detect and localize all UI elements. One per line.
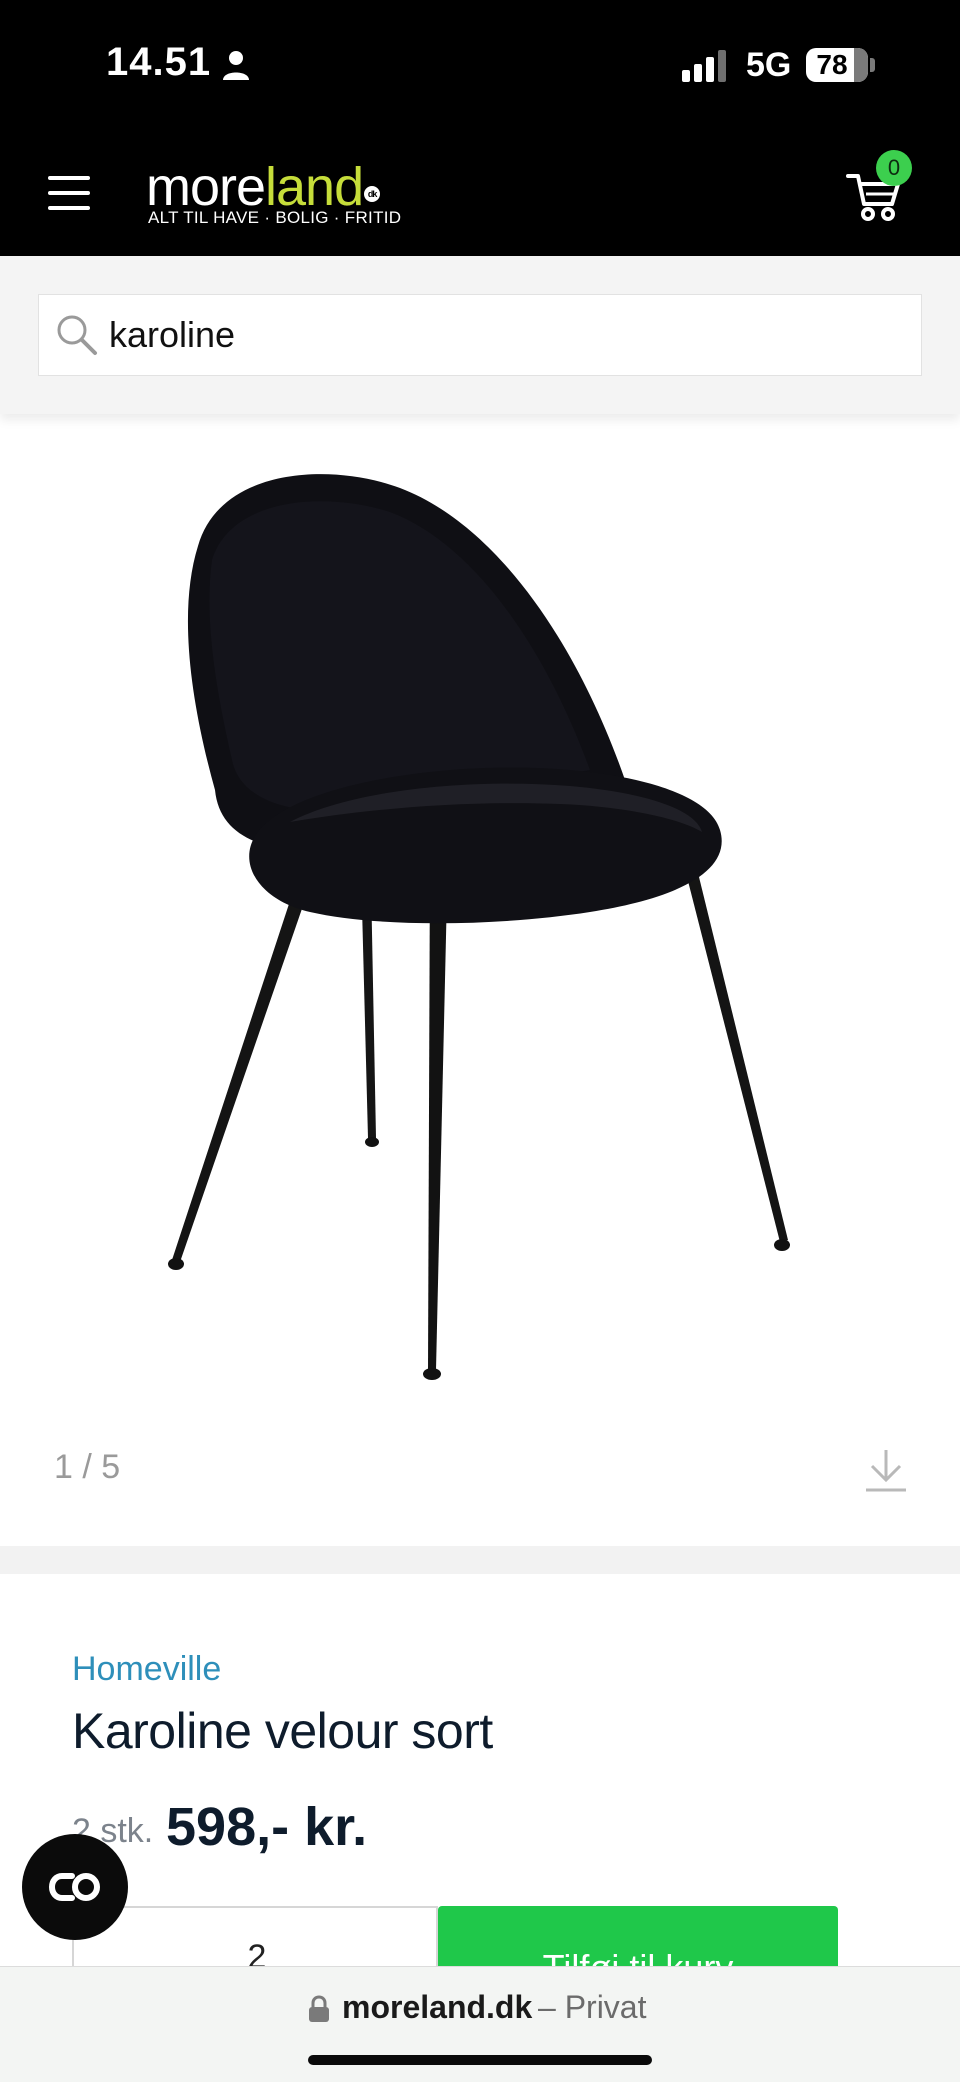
lock-icon [309, 1995, 329, 2022]
browser-mode: – Privat [538, 1989, 647, 2025]
network-label: 5G [746, 46, 792, 84]
floating-chat-button[interactable] [22, 1834, 128, 1940]
site-header: 14.51 5G 78 moreland dk ALT TIL HAVE · BO… [0, 0, 960, 256]
product-image[interactable] [120, 450, 820, 1390]
link-toggle-icon [48, 1873, 100, 1901]
browser-url[interactable]: moreland.dk [342, 1989, 532, 2026]
hamburger-menu-icon[interactable] [48, 176, 90, 210]
battery-cap [870, 58, 875, 72]
logo-tagline: ALT TIL HAVE · BOLIG · FRITID [148, 208, 402, 227]
cart-count-badge[interactable]: 0 [876, 150, 912, 186]
signal-icon [682, 50, 726, 82]
logo-dk-badge: dk [364, 186, 381, 202]
product-brand-link[interactable]: Homeville [72, 1650, 221, 1689]
product-title: Karoline velour sort [72, 1703, 493, 1759]
search-bar [0, 256, 960, 414]
home-indicator[interactable] [308, 2055, 652, 2065]
battery-icon: 78 [806, 48, 868, 82]
section-divider [0, 1546, 960, 1574]
image-counter: 1 / 5 [54, 1448, 121, 1486]
browser-address-bar[interactable]: moreland.dk – Privat [0, 1966, 960, 2082]
person-icon [223, 51, 249, 80]
battery-level: 78 [816, 49, 848, 80]
moreland-logo[interactable]: moreland dk ALT TIL HAVE · BOLIG · FRITID [146, 160, 408, 232]
product-price: 598,- kr. [166, 1797, 368, 1857]
download-icon[interactable] [862, 1446, 910, 1494]
search-box[interactable] [38, 294, 922, 376]
status-time: 14.51 [106, 40, 212, 84]
search-input[interactable] [109, 295, 889, 375]
search-icon [57, 315, 97, 355]
